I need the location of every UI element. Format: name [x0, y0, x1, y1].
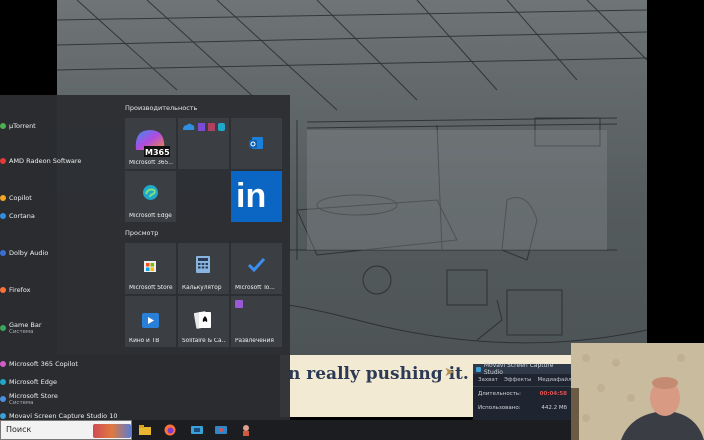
tile-movies[interactable]: Кино и ТВ [125, 296, 176, 347]
movavi-capture-taskbar-icon[interactable] [214, 423, 228, 437]
linkedin-icon: in [236, 177, 267, 215]
tab-capture[interactable]: Захват [478, 377, 498, 383]
search-highlight-art [93, 424, 131, 438]
calculator-icon [196, 256, 210, 273]
app-item-cortana[interactable]: Cortana [0, 209, 35, 223]
start-menu: µTorrent AMD Radeon Software Copilot Cor… [0, 95, 290, 420]
tile-entertainment[interactable]: Развлечения [231, 296, 282, 347]
duration-row: Длительность: 00:04:58 [473, 387, 572, 397]
app-taskbar-icon[interactable] [239, 423, 253, 437]
store-icon [0, 396, 6, 402]
capture-window-titlebar[interactable]: Movavi Screen Capture Studio [473, 362, 572, 376]
dolby-icon [0, 250, 6, 256]
firefox-icon [0, 287, 6, 293]
used-row: Использовано: 442.2 Мб [473, 397, 572, 411]
edge-icon [0, 379, 6, 385]
capture-window[interactable]: Movavi Screen Capture Studio Захват Эффе… [473, 362, 576, 424]
edge-tile-icon [142, 184, 159, 201]
entertainment-icon [235, 300, 243, 308]
game-bar-icon [0, 325, 6, 331]
app-item-m365-copilot[interactable]: Microsoft 365 Copilot [0, 357, 78, 371]
cortana-icon [0, 213, 6, 219]
tile-todo[interactable]: Microsoft To... [231, 243, 282, 294]
tile-office-cluster[interactable] [178, 118, 229, 169]
tile-linkedin[interactable]: in [231, 171, 282, 222]
tab-effects[interactable]: Эффекты [504, 377, 532, 383]
app-item-amd-radeon[interactable]: AMD Radeon Software [0, 154, 81, 168]
amd-icon [0, 158, 6, 164]
search-placeholder: Поиск [6, 425, 32, 434]
movavi-icon [476, 366, 481, 372]
used-label: Использовано: [478, 405, 521, 411]
tile-m365[interactable]: M365 Microsoft 365... [125, 118, 176, 169]
office-apps-icon [181, 121, 226, 133]
store-bag-icon [142, 257, 158, 273]
movavi-taskbar-icon[interactable] [190, 423, 204, 437]
m365-badge: M365 [145, 148, 170, 157]
file-explorer-icon[interactable] [138, 423, 152, 437]
movies-play-icon [142, 313, 159, 328]
solitaire-cards-icon [194, 310, 213, 330]
taskbar: Поиск [0, 420, 571, 440]
tile-solitaire[interactable]: Solitaire & Ca... [178, 296, 229, 347]
app-item-game-bar[interactable]: Game Bar Система [0, 319, 42, 337]
app-item-dolby[interactable]: Dolby Audio [0, 246, 48, 260]
utorrent-icon [0, 123, 6, 129]
tile-outlook[interactable] [231, 118, 282, 169]
webcam-overlay [571, 343, 704, 440]
tile-calculator[interactable]: Калькулятор [178, 243, 229, 294]
app-item-copilot[interactable]: Copilot [0, 191, 32, 205]
arrow-icon: ➤ [444, 365, 455, 380]
group-title-browse: Просмотр [125, 229, 159, 237]
app-item-store[interactable]: Microsoft Store Система [0, 390, 58, 408]
webcam-person [571, 343, 704, 440]
app-item-firefox[interactable]: Firefox [0, 283, 31, 297]
search-box[interactable]: Поиск [0, 420, 132, 440]
movavi-app-icon [0, 413, 6, 419]
tile-store[interactable]: Microsoft Store [125, 243, 176, 294]
tile-edge[interactable]: Microsoft Edge [125, 171, 176, 222]
group-title-productivity: Производительность [125, 104, 198, 112]
copilot-icon [0, 195, 6, 201]
firefox-taskbar-icon[interactable] [163, 423, 177, 437]
outlook-icon [248, 135, 264, 151]
capture-window-title: Movavi Screen Capture Studio [483, 362, 554, 376]
duration-label: Длительность: [478, 391, 522, 397]
m365-copilot-icon [0, 361, 6, 367]
checkmark-icon [248, 257, 265, 272]
banner-headline: n really pushing it. [288, 364, 469, 384]
used-value: 442.2 Мб [541, 405, 567, 411]
app-item-edge[interactable]: Microsoft Edge [0, 375, 57, 389]
duration-value: 00:04:58 [539, 391, 567, 397]
app-item-utorrent[interactable]: µTorrent [0, 119, 36, 133]
